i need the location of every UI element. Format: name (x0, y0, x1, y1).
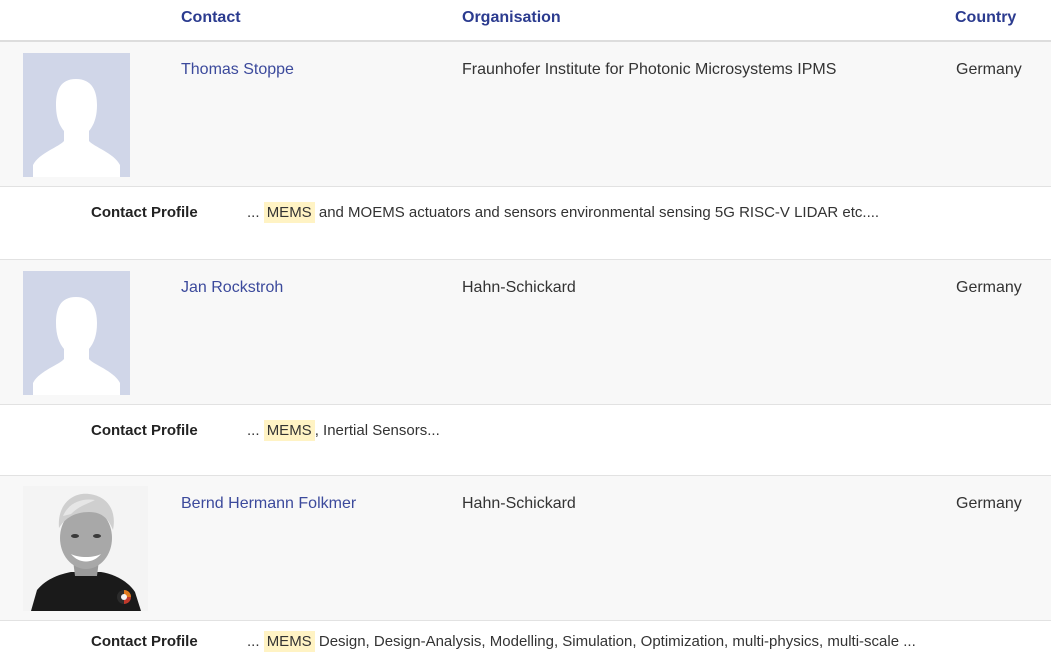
contact-profile-text: ... MEMS Design, Design-Analysis, Modell… (247, 631, 916, 652)
keyword-highlight: MEMS (263, 631, 315, 652)
organisation-text: Hahn-Schickard (462, 495, 576, 512)
organisation-text: Hahn-Schickard (462, 279, 576, 296)
contact-name-link[interactable]: Jan Rockstroh (181, 279, 283, 297)
table-row: Thomas Stoppe Fraunhofer Institute for P… (0, 42, 1051, 187)
contact-profile-row: Contact Profile ... MEMS, Inertial Senso… (0, 405, 1051, 476)
contact-name-link[interactable]: Bernd Hermann Folkmer (181, 495, 356, 513)
country-text: Germany (956, 61, 1022, 78)
contact-name-link[interactable]: Thomas Stoppe (181, 61, 294, 79)
contact-profile-text: ... MEMS, Inertial Sensors... (247, 420, 440, 441)
default-avatar-icon (23, 53, 130, 177)
profile-photo (23, 486, 148, 611)
profile-ellipsis: ... (247, 204, 260, 221)
profile-snippet: , Inertial Sensors... (314, 422, 440, 439)
country-text: Germany (956, 495, 1022, 512)
contact-results-page: S Contact Organisation Country Thomas St… (0, 0, 1051, 656)
contact-profile-text: ... MEMS and MOEMS actuators and sensors… (247, 202, 880, 223)
column-header-contact[interactable]: Contact (181, 9, 241, 27)
country-text: Germany (956, 279, 1022, 296)
profile-snippet: Design, Design-Analysis, Modelling, Simu… (314, 633, 916, 650)
organisation-text: Fraunhofer Institute for Photonic Micros… (462, 61, 837, 78)
table-row: Bernd Hermann Folkmer Hahn-Schickard Ger… (0, 476, 1051, 621)
table-header: Contact Organisation Country (0, 0, 1051, 42)
default-avatar-icon (23, 271, 130, 395)
column-header-organisation[interactable]: Organisation (462, 9, 561, 27)
keyword-highlight: MEMS (263, 202, 315, 223)
profile-ellipsis: ... (247, 422, 260, 439)
contact-profile-label: Contact Profile (91, 633, 198, 650)
contact-profile-label: Contact Profile (91, 204, 198, 221)
contact-profile-label: Contact Profile (91, 422, 198, 439)
profile-ellipsis: ... (247, 633, 260, 650)
keyword-highlight: MEMS (263, 420, 315, 441)
profile-snippet: and MOEMS actuators and sensors environm… (314, 204, 880, 221)
contact-profile-row: Contact Profile ... MEMS Design, Design-… (0, 621, 1051, 656)
table-row: Jan Rockstroh Hahn-Schickard Germany (0, 260, 1051, 405)
column-header-country[interactable]: Country (955, 9, 1016, 27)
contact-profile-row: Contact Profile ... MEMS and MOEMS actua… (0, 187, 1051, 260)
